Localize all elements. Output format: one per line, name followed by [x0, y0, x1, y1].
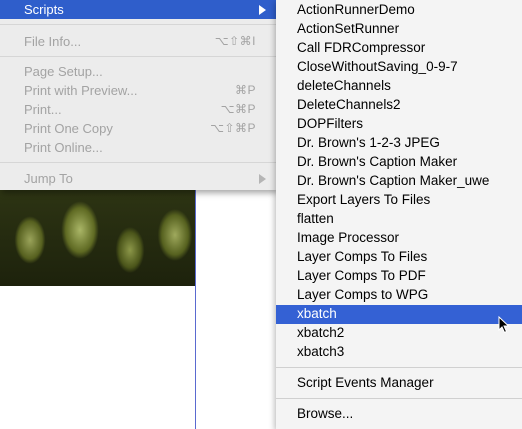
script-item-label: deleteChannels	[297, 78, 391, 93]
script-item-label: Layer Comps To Files	[297, 249, 428, 264]
menu-item-script-events-manager[interactable]: Script Events Manager	[276, 374, 522, 393]
menu-item-shortcut: ⌥⇧⌘P	[210, 121, 256, 135]
menu-item-label: Print with Preview...	[24, 83, 138, 98]
script-item[interactable]: Export Layers To Files	[276, 191, 522, 210]
script-item[interactable]: xbatch3	[276, 343, 522, 362]
menu-item-file-info[interactable]: File Info... ⌥⇧⌘I	[0, 32, 276, 51]
script-item-label: DOPFilters	[297, 116, 364, 131]
script-item-label: Dr. Brown's Caption Maker	[297, 154, 458, 169]
script-item[interactable]: deleteChannels	[276, 77, 522, 96]
script-item[interactable]: Image Processor	[276, 229, 522, 248]
scripts-submenu: ActionRunnerDemo ActionSetRunner Call FD…	[276, 0, 522, 429]
menu-item-label: Script Events Manager	[297, 375, 434, 390]
script-item-selected[interactable]: xbatch	[276, 305, 522, 324]
script-item[interactable]: Dr. Brown's Caption Maker_uwe	[276, 172, 522, 191]
script-item-label: xbatch	[297, 306, 337, 321]
menu-separator	[0, 24, 276, 25]
menu-item-label: Page Setup...	[24, 64, 103, 79]
menu-item-label: Scripts	[24, 2, 64, 17]
script-item-label: Dr. Brown's Caption Maker_uwe	[297, 173, 490, 188]
script-item[interactable]: ActionRunnerDemo	[276, 1, 522, 20]
canvas-image	[0, 190, 196, 286]
menu-item-jump-to[interactable]: Jump To	[0, 169, 276, 188]
script-item-label: Call FDRCompressor	[297, 40, 426, 55]
script-item-label: flatten	[297, 211, 334, 226]
script-item[interactable]: Layer Comps To PDF	[276, 267, 522, 286]
menu-separator	[0, 56, 276, 57]
menu-item-print-one-copy[interactable]: Print One Copy ⌥⇧⌘P	[0, 119, 276, 138]
script-item[interactable]: flatten	[276, 210, 522, 229]
menu-item-print[interactable]: Print... ⌥⌘P	[0, 100, 276, 119]
menu-item-label: Print One Copy	[24, 121, 113, 136]
script-item-label: DeleteChannels2	[297, 97, 401, 112]
menu-item-label: File Info...	[24, 34, 82, 49]
script-item[interactable]: CloseWithoutSaving_0-9-7	[276, 58, 522, 77]
script-item-label: xbatch2	[297, 325, 345, 340]
script-item[interactable]: Dr. Brown's 1-2-3 JPEG	[276, 134, 522, 153]
menu-item-print-online[interactable]: Print Online...	[0, 138, 276, 157]
script-item-label: xbatch3	[297, 344, 345, 359]
script-item[interactable]: Layer Comps To Files	[276, 248, 522, 267]
script-item-label: Image Processor	[297, 230, 400, 245]
script-item-label: Export Layers To Files	[297, 192, 431, 207]
script-item-label: Layer Comps To PDF	[297, 268, 426, 283]
script-item[interactable]: ActionSetRunner	[276, 20, 522, 39]
script-item-label: ActionSetRunner	[297, 21, 400, 36]
menu-item-shortcut: ⌘P	[234, 83, 256, 97]
script-item[interactable]: Dr. Brown's Caption Maker	[276, 153, 522, 172]
script-item[interactable]: Call FDRCompressor	[276, 39, 522, 58]
menu-item-scripts[interactable]: Scripts	[0, 0, 276, 19]
menu-item-page-setup[interactable]: Page Setup...	[0, 62, 276, 81]
submenu-arrow-icon	[259, 174, 266, 184]
menu-separator	[276, 367, 522, 368]
menu-item-label: Print...	[24, 102, 62, 117]
script-item[interactable]: DOPFilters	[276, 115, 522, 134]
script-item-label: Dr. Brown's 1-2-3 JPEG	[297, 135, 440, 150]
script-item-label: Layer Comps to WPG	[297, 287, 429, 302]
script-item[interactable]: Layer Comps to WPG	[276, 286, 522, 305]
menu-item-print-with-preview[interactable]: Print with Preview... ⌘P	[0, 81, 276, 100]
menu-separator	[0, 162, 276, 163]
menu-separator	[276, 398, 522, 399]
script-item-label: ActionRunnerDemo	[297, 2, 415, 17]
menu-item-shortcut: ⌥⇧⌘I	[214, 34, 256, 48]
script-item-label: CloseWithoutSaving_0-9-7	[297, 59, 458, 74]
file-menu: Scripts File Info... ⌥⇧⌘I Page Setup... …	[0, 0, 276, 190]
mouse-pointer-icon	[498, 316, 510, 334]
submenu-arrow-icon	[259, 5, 266, 15]
menu-item-browse[interactable]: Browse...	[276, 405, 522, 424]
menu-item-label: Print Online...	[24, 140, 103, 155]
script-item[interactable]: xbatch2	[276, 324, 522, 343]
menu-item-label: Browse...	[297, 406, 354, 421]
script-item[interactable]: DeleteChannels2	[276, 96, 522, 115]
menu-item-shortcut: ⌥⌘P	[220, 102, 256, 116]
menu-item-label: Jump To	[24, 171, 73, 186]
guide-line	[195, 190, 196, 429]
